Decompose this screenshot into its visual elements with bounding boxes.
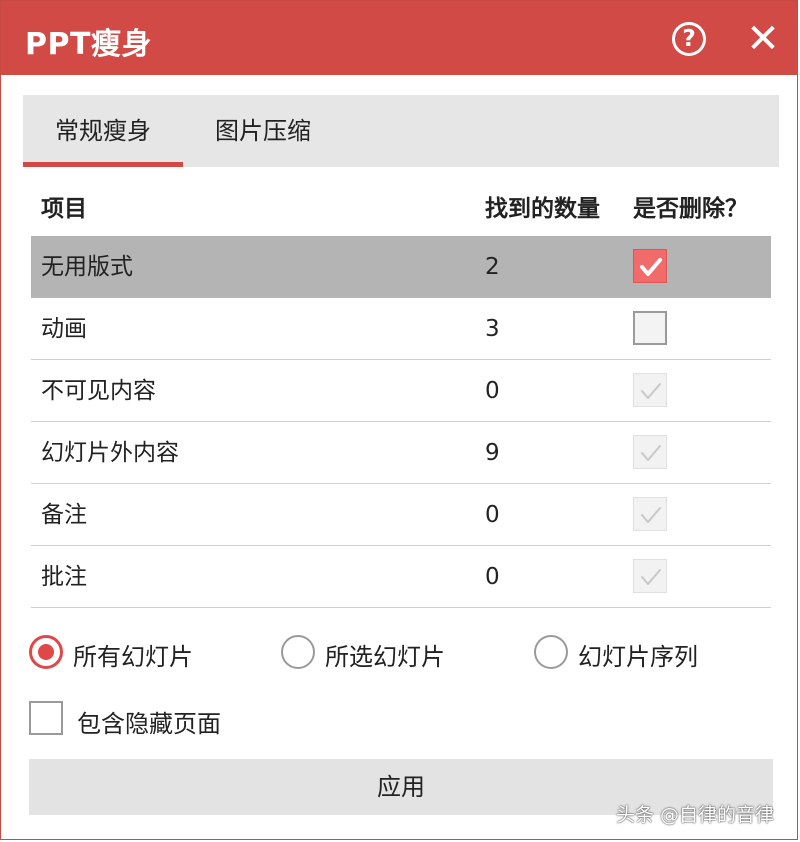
row-name: 动画	[41, 316, 87, 342]
table-row: 批注 0	[31, 546, 771, 608]
ppt-slim-dialog: PPT瘦身 ? ✕ 常规瘦身 图片压缩 项目 找到的数量 是否删除？ 无用版式 …	[0, 0, 798, 840]
help-button[interactable]: ?	[672, 22, 706, 56]
table-row[interactable]: 动画 3	[31, 298, 771, 360]
table-row: 备注 0	[31, 484, 771, 546]
delete-checkbox	[633, 559, 667, 593]
check-icon	[641, 383, 661, 399]
row-count: 0	[485, 502, 500, 528]
radio-label: 幻灯片序列	[578, 643, 698, 671]
column-header-delete: 是否删除？	[633, 196, 748, 222]
watermark: 头条 @自律的音律	[616, 804, 775, 826]
table-row[interactable]: 无用版式 2	[31, 236, 771, 298]
check-icon	[641, 445, 661, 461]
row-count: 0	[485, 378, 500, 404]
table-row: 不可见内容 0	[31, 360, 771, 422]
radio-slide-sequence[interactable]: 幻灯片序列	[534, 633, 774, 673]
row-name: 备注	[41, 502, 87, 528]
radio-button[interactable]	[29, 635, 63, 669]
row-count: 0	[485, 564, 500, 590]
row-name: 无用版式	[41, 254, 133, 280]
dialog-title: PPT瘦身	[25, 27, 152, 62]
radio-label: 所有幻灯片	[73, 643, 193, 671]
slim-items-table: 无用版式 2 动画 3 不可见内容 0 幻灯片外内容 9 备注 0 批注 0	[31, 236, 771, 608]
delete-checkbox	[633, 435, 667, 469]
check-icon	[641, 507, 661, 523]
column-header-count: 找到的数量	[485, 196, 600, 222]
row-name: 幻灯片外内容	[41, 440, 179, 466]
check-icon	[640, 258, 662, 276]
radio-button[interactable]	[281, 635, 315, 669]
tab-image-compress[interactable]: 图片压缩	[203, 95, 323, 167]
row-name: 不可见内容	[41, 378, 156, 404]
radio-selected-slides[interactable]: 所选幻灯片	[281, 633, 521, 673]
row-name: 批注	[41, 564, 87, 590]
close-button[interactable]: ✕	[745, 19, 781, 59]
delete-checkbox	[633, 497, 667, 531]
delete-checkbox[interactable]	[633, 249, 667, 283]
radio-button[interactable]	[534, 635, 568, 669]
delete-checkbox[interactable]	[633, 311, 667, 345]
table-row: 幻灯片外内容 9	[31, 422, 771, 484]
row-count: 9	[485, 440, 500, 466]
include-hidden-checkbox[interactable]	[29, 701, 63, 735]
tab-bar: 常规瘦身 图片压缩	[23, 95, 779, 167]
row-count: 2	[485, 254, 500, 280]
row-count: 3	[485, 316, 500, 342]
check-icon	[641, 569, 661, 585]
radio-all-slides[interactable]: 所有幻灯片	[29, 633, 269, 673]
title-bar: PPT瘦身 ? ✕	[1, 1, 797, 75]
tab-general-slim[interactable]: 常规瘦身	[23, 95, 183, 167]
radio-label: 所选幻灯片	[325, 643, 445, 671]
column-header-item: 项目	[41, 196, 87, 222]
include-hidden-pages[interactable]: 包含隐藏页面	[29, 701, 329, 741]
include-hidden-label: 包含隐藏页面	[77, 710, 221, 738]
delete-checkbox	[633, 373, 667, 407]
